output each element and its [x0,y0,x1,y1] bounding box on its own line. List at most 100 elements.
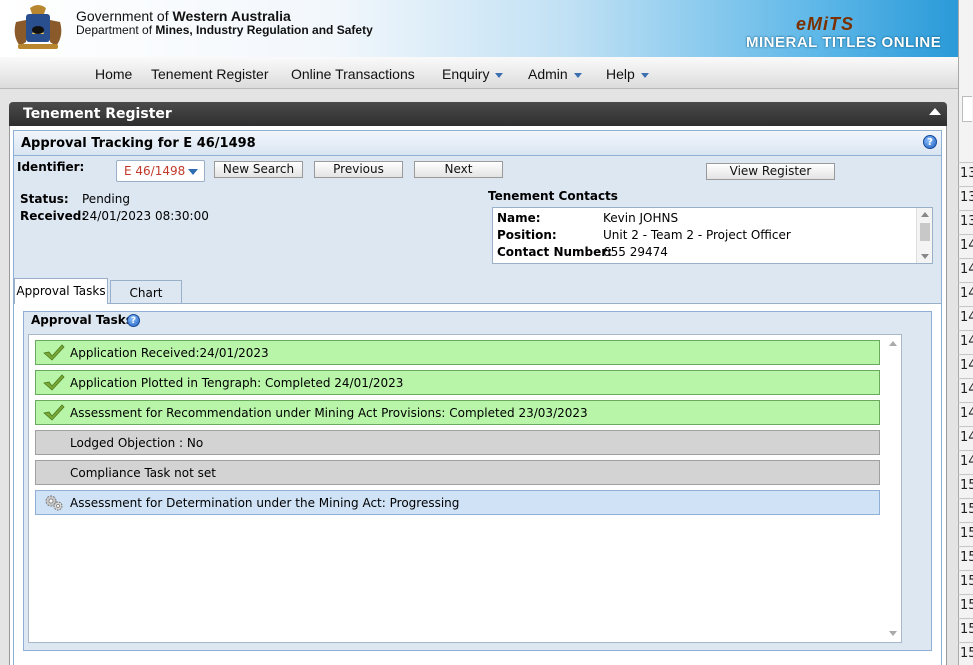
tenement-contacts-title: Tenement Contacts [488,189,618,203]
adjacent-row-divider [958,594,973,595]
checkmark-icon [43,374,65,391]
adjacent-row-divider [958,474,973,475]
task-row: Application Plotted in Tengraph: Complet… [35,370,880,395]
checkmark-icon [43,344,65,361]
adjacent-row-divider [958,570,973,571]
adjacent-row-divider [958,426,973,427]
chevron-down-icon [573,72,582,78]
adjacent-row-number: 14 [960,430,973,445]
adjacent-row-divider [958,450,973,451]
task-text: Application Received:24/01/2023 [70,346,269,360]
view-register-button[interactable]: View Register [706,163,835,180]
panel-title: Tenement Register [9,102,947,126]
approval-tracking-title: Approval Tracking for E 46/1498 [21,136,256,151]
adjacent-row-number: 14 [960,334,973,349]
main-nav: Home Tenement Register Online Transactio… [0,57,958,89]
nav-tenement-register[interactable]: Tenement Register [151,66,269,82]
adjacent-row-divider [958,210,973,211]
help-icon[interactable]: ? [127,314,140,327]
adjacent-row-number: 15 [960,598,973,613]
adjacent-input-edge [962,96,972,122]
status-value: Pending [82,192,130,206]
tasks-scrollbar[interactable] [885,335,901,642]
new-search-button[interactable]: New Search [214,161,303,178]
identifier-value: E 46/1498 [124,164,186,178]
identifier-select[interactable]: E 46/1498 [116,160,205,182]
contacts-scrollbar[interactable] [916,208,932,263]
adjacent-row-number: 14 [960,238,973,253]
nav-online-transactions[interactable]: Online Transactions [291,66,415,82]
adjacent-row-divider [958,618,973,619]
gears-icon [45,495,63,511]
contact-name-value: Kevin JOHNS [603,211,679,225]
adjacent-row-divider [958,546,973,547]
task-row: Compliance Task not set [35,460,880,485]
scroll-down-icon[interactable] [921,254,929,259]
scroll-down-icon[interactable] [889,631,897,636]
scroll-thumb[interactable] [920,223,930,241]
identifier-label: Identifier: [17,160,85,174]
task-text: Assessment for Recommendation under Mini… [70,406,588,420]
adjacent-row-divider [958,498,973,499]
tab-approval-tasks[interactable]: Approval Tasks [14,278,108,304]
adjacent-row-number: 15 [960,646,973,661]
task-text: Compliance Task not set [70,466,216,480]
contact-number-value: 655 29474 [603,245,668,259]
approval-tracking-header: Approval Tracking for E 46/1498 [13,130,942,156]
adjacent-row-number: 13 [960,166,973,181]
previous-button[interactable]: Previous [314,161,403,178]
tab-chart[interactable]: Chart [110,280,182,303]
checkmark-icon [43,404,65,421]
contact-position-value: Unit 2 - Team 2 - Project Officer [603,228,791,242]
nav-enquiry[interactable]: Enquiry [442,66,504,82]
wa-crest-icon [14,5,62,49]
adjacent-row-divider [958,402,973,403]
nav-home[interactable]: Home [95,66,132,82]
task-text: Lodged Objection : No [70,436,204,450]
adjacent-row-number: 14 [960,286,973,301]
adjacent-row-number: 15 [960,526,973,541]
adjacent-row-number: 14 [960,454,973,469]
collapse-icon[interactable] [929,108,941,115]
adjacent-row-divider [958,306,973,307]
task-row: Lodged Objection : No [35,430,880,455]
adjacent-row-number: 13 [960,190,973,205]
adjacent-row-number: 14 [960,382,973,397]
adjacent-row-divider [958,282,973,283]
adjacent-row-number: 15 [960,574,973,589]
approval-tasks-title: Approval Tasks [31,313,133,327]
adjacent-row-number: 15 [960,622,973,637]
nav-help[interactable]: Help [606,66,649,82]
adjacent-row-number: 13 [960,214,973,229]
adjacent-row-number: 14 [960,310,973,325]
chevron-down-icon [188,169,198,175]
adjacent-row-number: 14 [960,262,973,277]
header-banner: Government of Western Australia Departme… [0,0,958,57]
adjacent-row-divider [958,258,973,259]
adjacent-row-divider [958,378,973,379]
next-button[interactable]: Next [414,161,503,178]
contact-name-label: Name: [497,211,541,225]
task-row: Application Received:24/01/2023 [35,340,880,365]
nav-admin[interactable]: Admin [528,66,582,82]
department-name: Department of Mines, Industry Regulation… [76,23,373,37]
task-row: Assessment for Determination under the M… [35,490,880,515]
adjacent-row-divider [958,354,973,355]
adjacent-row-number: 15 [960,478,973,493]
contact-position-label: Position: [497,228,557,242]
help-icon[interactable]: ? [923,135,937,149]
scroll-up-icon[interactable] [921,212,929,217]
scroll-up-icon[interactable] [889,341,897,346]
government-name: Government of Western Australia [76,8,291,24]
contact-number-label: Contact Number: [497,245,612,259]
adjacent-row-number: 14 [960,406,973,421]
adjacent-row-divider [958,186,973,187]
adjacent-row-divider [958,330,973,331]
adjacent-row-number: 15 [960,550,973,565]
received-value: 24/01/2023 08:30:00 [82,209,209,223]
emits-logo: eMiTS [796,14,855,34]
adjacent-row-number: 14 [960,358,973,373]
adjacent-row-divider [958,642,973,643]
adjacent-row-divider [958,522,973,523]
received-label: Received: [20,209,87,223]
